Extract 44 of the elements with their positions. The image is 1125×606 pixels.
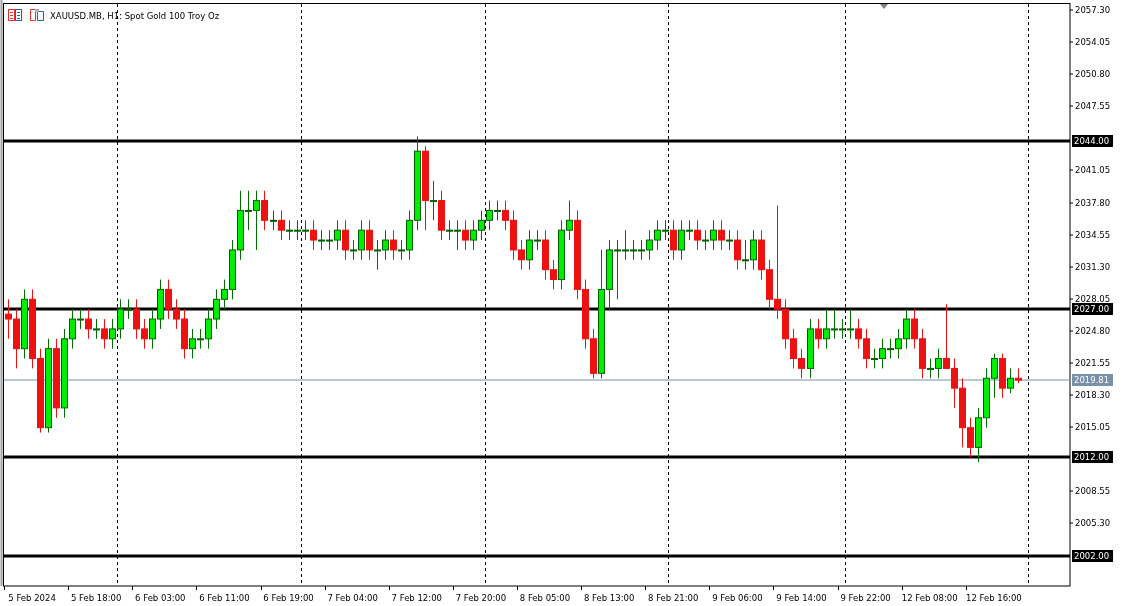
price-axis-label: 2057.30 — [1075, 5, 1111, 15]
time-axis-label: 9 Feb 14:00 — [776, 593, 827, 603]
time-axis-label: 12 Feb 08:00 — [901, 593, 958, 603]
level-price-label: 2027.00 — [1072, 303, 1113, 315]
time-axis-label: 5 Feb 2024 — [8, 593, 56, 603]
symbol-list-icon[interactable] — [8, 9, 22, 21]
level-price-label: 2012.00 — [1072, 451, 1113, 463]
time-axis-label: 8 Feb 21:00 — [648, 593, 699, 603]
price-axis-label: 2005.30 — [1075, 518, 1111, 528]
price-axis-label: 2041.05 — [1075, 165, 1111, 175]
time-axis-label: 6 Feb 11:00 — [199, 593, 250, 603]
time-axis-label: 7 Feb 20:00 — [455, 593, 507, 603]
level-price-label: 2002.00 — [1072, 550, 1113, 562]
price-axis-label: 2008.55 — [1075, 486, 1111, 496]
price-axis-label: 2034.55 — [1075, 230, 1111, 240]
price-axis-label: 2021.55 — [1075, 358, 1111, 368]
price-axis-label: 2050.80 — [1075, 69, 1111, 79]
price-axis-label: 2024.80 — [1075, 326, 1111, 336]
time-axis-label: 6 Feb 19:00 — [263, 593, 314, 603]
price-axis-label: 2037.80 — [1075, 198, 1111, 208]
price-axis-label: 2047.55 — [1075, 101, 1111, 111]
price-axis-label: 2028.05 — [1075, 294, 1111, 304]
time-axis-label: 8 Feb 13:00 — [583, 593, 635, 603]
price-axis-label: 2031.30 — [1075, 262, 1111, 272]
data-window-icon[interactable] — [30, 9, 44, 21]
time-axis-label: 7 Feb 12:00 — [391, 593, 442, 603]
time-axis-label: 9 Feb 22:00 — [840, 593, 891, 603]
bid-price-label: 2019.81 — [1072, 374, 1113, 386]
horizontal-level-line[interactable] — [4, 307, 1070, 311]
chart-title: XAUUSD.MB, H1: Spot Gold 100 Troy Oz — [50, 11, 220, 21]
time-axis-label: 6 Feb 03:00 — [135, 593, 186, 603]
horizontal-level-line[interactable] — [4, 139, 1070, 143]
horizontal-level-line[interactable] — [4, 455, 1070, 459]
time-axis-label: 9 Feb 06:00 — [712, 593, 763, 603]
level-price-label: 2044.00 — [1072, 135, 1113, 147]
time-axis-label: 7 Feb 04:00 — [327, 593, 378, 603]
price-axis-label: 2015.05 — [1075, 422, 1111, 432]
time-axis-label: 8 Feb 05:00 — [519, 593, 571, 603]
price-axis-label: 2054.05 — [1075, 37, 1111, 47]
time-axis-label: 5 Feb 18:00 — [71, 593, 122, 603]
price-axis-label: 2018.30 — [1075, 390, 1111, 400]
time-axis-label: 12 Feb 16:00 — [965, 593, 1022, 603]
horizontal-level-line[interactable] — [4, 554, 1070, 558]
chart-shift-marker-icon[interactable] — [880, 4, 888, 9]
